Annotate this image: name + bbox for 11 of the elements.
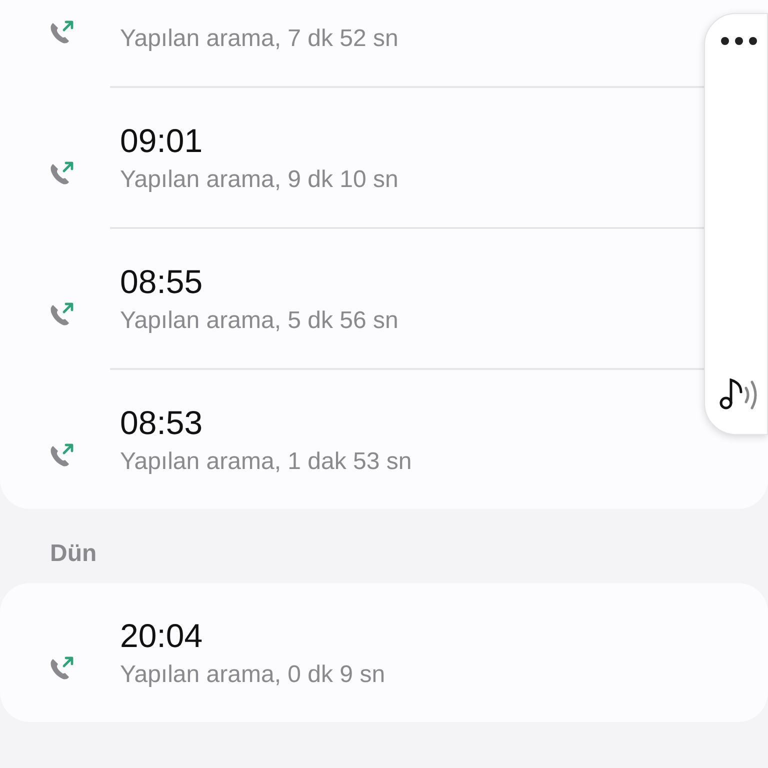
- call-time: 20:04: [120, 616, 204, 656]
- call-time: 09:01: [120, 120, 204, 160]
- call-detail: Yapılan arama, 7 dk 52 sn: [120, 24, 398, 54]
- call-detail: Yapılan arama, 0 dk 9 sn: [120, 660, 386, 690]
- call-time: 08:55: [120, 262, 204, 302]
- more-icon[interactable]: [720, 36, 758, 46]
- call-detail: Yapılan arama, 5 dk 56 sn: [120, 306, 398, 336]
- call-detail: Yapılan arama, 1 dak 53 sn: [120, 446, 412, 476]
- call-time: 08:53: [120, 402, 204, 442]
- call-detail: Yapılan arama, 9 dk 10 sn: [120, 164, 398, 194]
- section-header: Dün: [50, 540, 97, 567]
